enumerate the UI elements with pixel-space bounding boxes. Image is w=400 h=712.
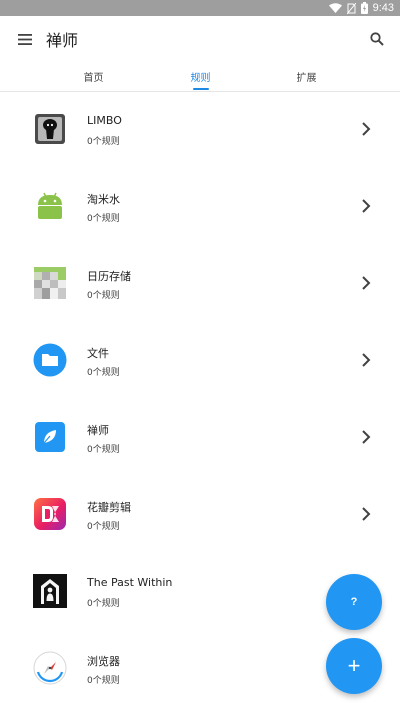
list-item[interactable]: 日历存储 0个规则 — [0, 246, 400, 323]
rule-count: 0个规则 — [87, 599, 120, 609]
rule-count: 0个规则 — [87, 522, 120, 532]
app-name: 文件 — [87, 347, 109, 360]
tab-extensions[interactable]: 扩展 — [240, 62, 373, 92]
tab-rules-label: 规则 — [190, 73, 211, 84]
tab-home-label: 首页 — [83, 73, 104, 84]
app-name: 日历存储 — [87, 270, 131, 283]
list-item[interactable]: 禅师 0个规则 — [0, 400, 400, 477]
status-icons: 9:43 — [328, 0, 394, 16]
menu-button[interactable] — [12, 26, 38, 52]
app-title: 禅师 — [46, 31, 79, 50]
petal-edit-icon — [34, 498, 66, 530]
rule-count: 0个规则 — [87, 137, 120, 147]
no-sim-icon — [346, 2, 356, 14]
tab-active-indicator — [192, 88, 209, 90]
chevron-right-icon — [362, 122, 371, 136]
the-past-within-icon — [33, 574, 67, 608]
help-icon: ? — [350, 596, 358, 608]
app-name: 浏览器 — [87, 655, 120, 668]
chevron-right-icon — [362, 507, 371, 521]
search-icon — [370, 32, 384, 46]
app-name: 淘米水 — [87, 193, 120, 206]
status-bar: 9:43 — [0, 0, 400, 16]
tab-extensions-label: 扩展 — [296, 73, 317, 84]
app-name: 禅师 — [87, 424, 109, 437]
app-name: The Past Within — [87, 576, 173, 589]
chevron-right-icon — [362, 276, 371, 290]
help-fab[interactable]: ? — [326, 574, 382, 630]
search-button[interactable] — [364, 26, 390, 52]
rule-count: 0个规则 — [87, 445, 120, 455]
add-icon: + — [347, 653, 361, 678]
rule-count: 0个规则 — [87, 368, 120, 378]
rule-count: 0个规则 — [87, 676, 120, 686]
app-bar: 禅师 — [0, 16, 400, 62]
rule-count: 0个规则 — [87, 214, 120, 224]
app-name: LIMBO — [87, 114, 122, 127]
tab-bar: 首页 规则 扩展 — [0, 62, 400, 92]
browser-icon — [33, 651, 67, 685]
limbo-icon — [35, 114, 65, 144]
add-rule-fab[interactable]: + — [326, 638, 382, 694]
calendar-storage-icon — [34, 267, 66, 299]
files-icon — [33, 343, 67, 377]
list-item[interactable]: 花瓣剪辑 0个规则 — [0, 477, 400, 554]
chevron-right-icon — [362, 199, 371, 213]
rule-count: 0个规则 — [87, 291, 120, 301]
list-item[interactable]: 文件 0个规则 — [0, 323, 400, 400]
zen-master-icon — [35, 422, 65, 452]
chevron-right-icon — [362, 430, 371, 444]
list-item[interactable]: LIMBO 0个规则 — [0, 92, 400, 169]
chevron-right-icon — [362, 353, 371, 367]
wifi-icon — [328, 3, 342, 13]
status-time: 9:43 — [372, 2, 394, 14]
app-name: 花瓣剪辑 — [87, 501, 131, 514]
android-icon — [38, 192, 62, 219]
hamburger-menu-icon — [18, 33, 32, 45]
battery-icon — [360, 2, 368, 14]
list-item[interactable]: 淘米水 0个规则 — [0, 169, 400, 246]
